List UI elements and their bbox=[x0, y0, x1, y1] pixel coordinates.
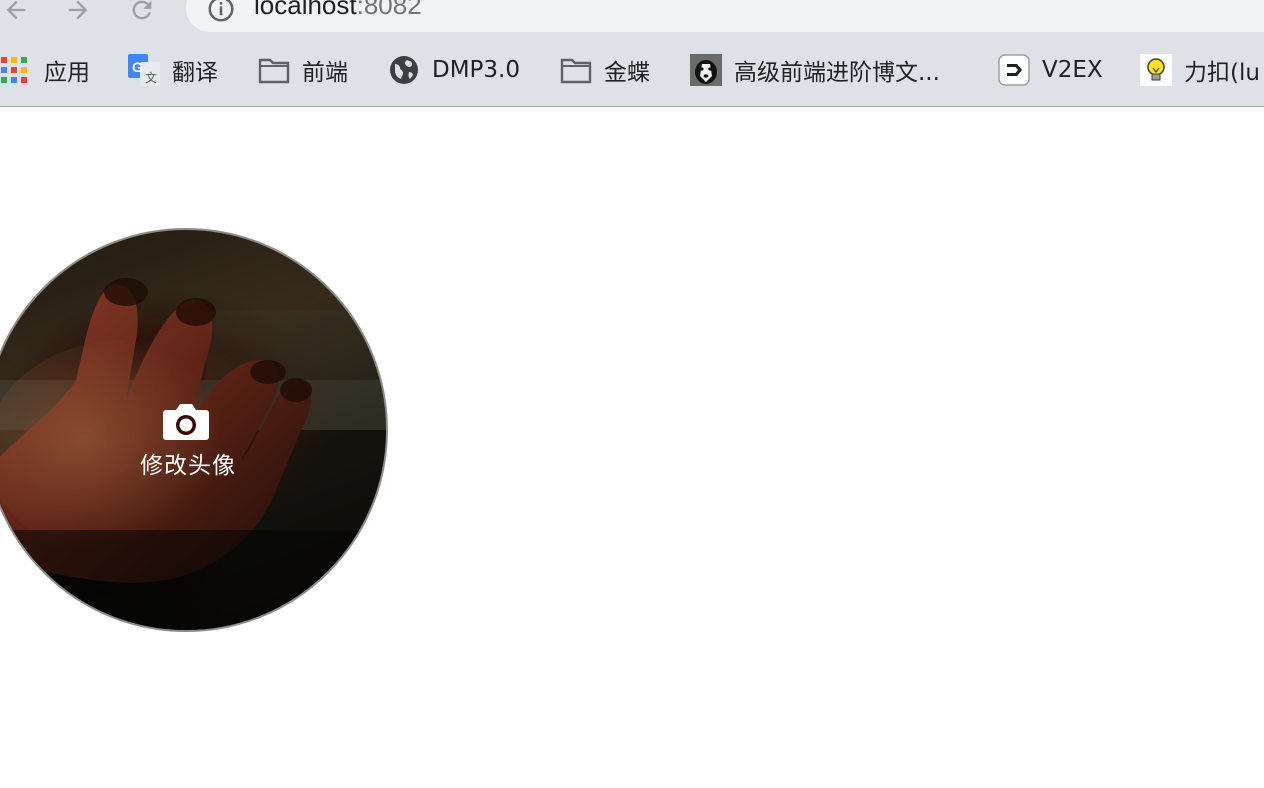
v2ex-icon bbox=[998, 54, 1030, 86]
bookmark-leetcode[interactable]: 力扣(lu bbox=[1140, 34, 1260, 106]
bookmark-translate[interactable]: G 文 翻译 bbox=[128, 34, 218, 106]
info-icon[interactable] bbox=[206, 0, 236, 24]
back-button[interactable] bbox=[0, 0, 32, 26]
bookmark-label: 翻译 bbox=[172, 60, 218, 86]
folder-icon bbox=[560, 54, 592, 86]
google-translate-icon: G 文 bbox=[128, 54, 160, 86]
bookmark-advanced-frontend[interactable]: 高级前端进阶博文... bbox=[690, 34, 940, 106]
folder-icon bbox=[258, 54, 290, 86]
avatar-overlay[interactable]: 修改头像 bbox=[0, 230, 386, 630]
bookmark-label: 力扣(lu bbox=[1184, 60, 1260, 86]
avatar-upload[interactable]: 修改头像 bbox=[0, 228, 388, 632]
reload-icon bbox=[132, 0, 152, 20]
camera-icon bbox=[163, 404, 209, 440]
globe-icon bbox=[388, 54, 420, 86]
bookmarks-bar: 应用 G 文 翻译 前端 DMP3.0 金蝶 高级前端进阶博文... V2EX … bbox=[0, 34, 1264, 107]
url-port: :8082 bbox=[356, 0, 422, 20]
url-host: localhost bbox=[254, 0, 357, 20]
bookmark-folder-kingdee[interactable]: 金蝶 bbox=[560, 34, 650, 106]
avatar-caption: 修改头像 bbox=[140, 453, 236, 479]
bookmark-dmp[interactable]: DMP3.0 bbox=[388, 34, 520, 106]
reload-button[interactable] bbox=[126, 0, 158, 26]
bookmark-folder-frontend[interactable]: 前端 bbox=[258, 34, 348, 106]
forward-button[interactable] bbox=[62, 0, 94, 26]
browser-toolbar: localhost:8082 bbox=[0, 0, 1264, 34]
bookmark-label: V2EX bbox=[1042, 57, 1103, 83]
apps-grid-icon bbox=[0, 54, 32, 86]
bookmark-label: 高级前端进阶博文... bbox=[734, 60, 940, 86]
bookmark-label: 应用 bbox=[44, 60, 90, 86]
dog-avatar-icon bbox=[690, 54, 722, 86]
bookmark-v2ex[interactable]: V2EX bbox=[998, 34, 1103, 106]
bookmark-apps[interactable]: 应用 bbox=[0, 34, 90, 106]
lightbulb-icon bbox=[1140, 54, 1172, 86]
svg-text:G: G bbox=[132, 59, 143, 75]
back-arrow-icon bbox=[6, 0, 26, 20]
forward-arrow-icon bbox=[68, 0, 88, 20]
bookmark-label: 前端 bbox=[302, 60, 348, 86]
bookmark-label: 金蝶 bbox=[604, 60, 650, 86]
svg-text:文: 文 bbox=[145, 70, 157, 85]
bookmark-label: DMP3.0 bbox=[432, 57, 521, 83]
url-text[interactable]: localhost:8082 bbox=[254, 0, 422, 22]
